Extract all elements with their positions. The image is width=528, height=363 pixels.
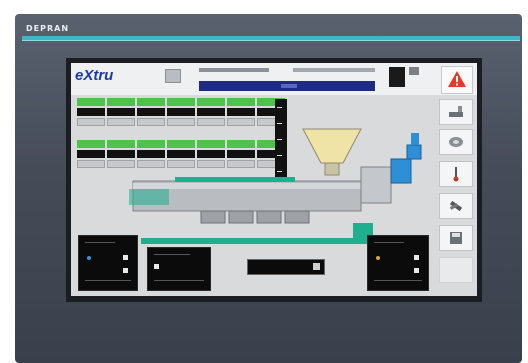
motor-top [411,133,419,145]
brand-label: DEPRAN [26,24,70,33]
heater-band [284,210,310,224]
motor-cap [406,144,422,160]
status-led [87,256,91,260]
die-head [129,189,169,205]
panel-divider [154,280,204,281]
motor [390,158,412,184]
panel-button[interactable] [123,255,128,260]
panel-button[interactable] [414,255,419,260]
gearbox [360,166,392,204]
status-led [376,256,380,260]
panel-header [374,242,404,243]
machine-base [141,238,373,244]
panel-divider [374,280,422,281]
panel-header [85,242,115,243]
heater-band [228,210,254,224]
machine-base-top [175,177,295,182]
panel-button[interactable] [414,268,419,273]
drive-panel-center[interactable] [147,247,211,291]
barrel-highlight [133,183,361,189]
feed-hopper [302,128,362,164]
panel-header [154,254,190,255]
speed-knob[interactable] [313,263,320,270]
touch-screen: eXtru [71,63,477,296]
speed-field[interactable] [247,259,325,275]
panel-divider [85,280,131,281]
drive-panel-right[interactable] [367,235,429,291]
accent-stripe-highlight [22,40,520,41]
hopper-throat [324,162,340,176]
drive-panel-left[interactable] [78,235,138,291]
heater-band [200,210,226,224]
panel-button[interactable] [123,268,128,273]
heater-band [256,210,282,224]
panel-button[interactable] [154,264,159,269]
